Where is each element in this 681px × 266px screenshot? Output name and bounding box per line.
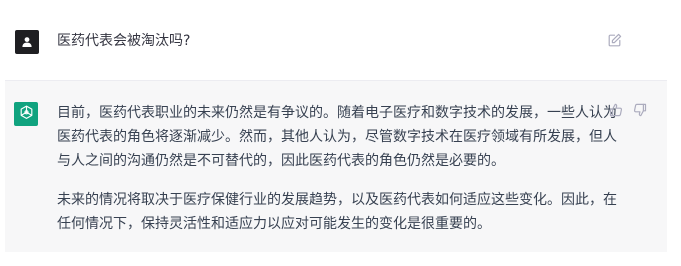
thumbs-up-button[interactable] (608, 103, 624, 119)
paragraph-2-line-1: 未来的情况将取决于医疗保健行业的发展趋势，以及医药代表如何适应这些变化。因此，在 (57, 192, 617, 208)
paragraph-1-line-2: 医药代表的角色将逐渐减少。然而，其他人认为，尽管数字技术在医疗领域有所发展，但人 (57, 129, 617, 145)
user-message-text: 医药代表会被淘汰吗? (57, 33, 191, 49)
thumbs-up-icon (609, 102, 623, 121)
user-icon (21, 33, 33, 52)
user-message-row: 医药代表会被淘汰吗? (0, 0, 681, 80)
edit-button[interactable] (607, 33, 623, 49)
paragraph-2-line-2: 任何情况下，保持灵活性和适应力以应对可能发生的变化是很重要的。 (57, 216, 491, 232)
thumbs-down-icon (633, 102, 647, 121)
assistant-avatar (14, 102, 38, 126)
paragraph-1-line-1: 目前，医药代表职业的未来仍然是有争议的。随着电子医疗和数字技术的发展，一些人认为 (57, 105, 617, 121)
edit-icon (608, 32, 622, 51)
paragraph-2: 未来的情况将取决于医疗保健行业的发展趋势，以及医药代表如何适应这些变化。因此，在… (57, 188, 617, 236)
assistant-message-row: 目前，医药代表职业的未来仍然是有争议的。随着电子医疗和数字技术的发展，一些人认为… (5, 80, 667, 252)
openai-logo-icon (18, 104, 35, 125)
user-avatar (15, 30, 39, 54)
thumbs-down-button[interactable] (632, 103, 648, 119)
paragraph-1: 目前，医药代表职业的未来仍然是有争议的。随着电子医疗和数字技术的发展，一些人认为… (57, 101, 617, 173)
paragraph-1-line-3: 与人之间的沟通仍然是不可替代的，因此医药代表的角色仍然是必要的。 (57, 153, 505, 169)
assistant-message-content: 目前，医药代表职业的未来仍然是有争议的。随着电子医疗和数字技术的发展，一些人认为… (57, 101, 617, 251)
feedback-buttons (608, 103, 648, 119)
